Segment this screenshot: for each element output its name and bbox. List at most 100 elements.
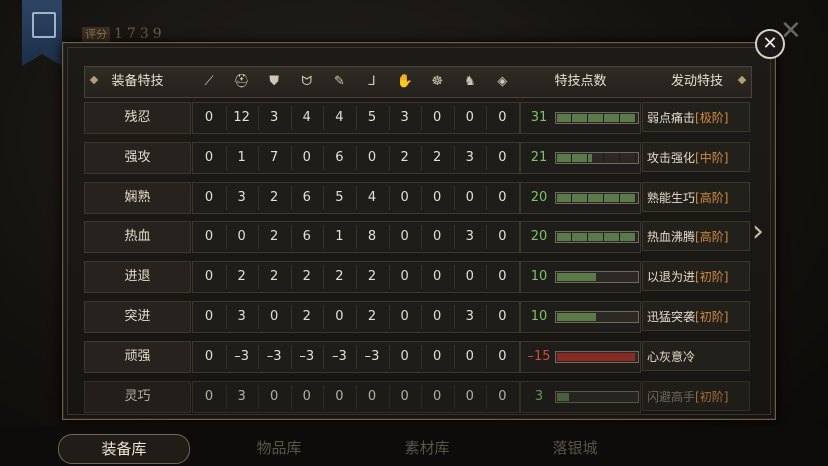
- skill-tier: [中阶]: [695, 150, 729, 165]
- slot-value: 2: [237, 269, 246, 285]
- column-divider: [258, 384, 260, 409]
- guild-emblem-icon: [32, 12, 56, 38]
- column-divider: [421, 384, 423, 409]
- slot-value: 6: [302, 189, 311, 205]
- slot-values: 0 2 2 2 2 2 0 0 0 0: [192, 261, 520, 294]
- column-divider: [258, 265, 260, 290]
- tab-4[interactable]: 落银城: [510, 434, 640, 462]
- slot-value: 0: [433, 269, 442, 285]
- trigger-skill: 以退为进[初阶]: [642, 261, 750, 292]
- column-divider: [323, 265, 325, 290]
- slot-value: 0: [400, 348, 409, 364]
- slot-value: 0: [204, 149, 214, 165]
- slot-value: –3: [266, 348, 282, 364]
- slot-value: 1: [237, 149, 246, 165]
- slot-value: 4: [302, 110, 311, 125]
- slot-values: 0 3 2 6 5 4 0 0 0 0: [192, 181, 520, 214]
- slot-value: 0: [237, 229, 246, 245]
- column-divider: [453, 344, 455, 369]
- points-cell: –15: [520, 340, 641, 373]
- points-progress-bar: [555, 231, 639, 244]
- score-display: 评分 1739: [82, 26, 166, 42]
- column-divider: [225, 265, 227, 290]
- column-divider: [225, 145, 227, 170]
- slot-value: 0: [498, 110, 507, 125]
- skill-name: 强攻: [84, 141, 191, 174]
- points-value: 31: [530, 110, 548, 125]
- slot-value: 3: [237, 388, 246, 404]
- slot-value: 2: [270, 189, 279, 205]
- column-divider: [258, 145, 260, 170]
- points-progress-bar: [555, 191, 639, 204]
- slot-value: 0: [433, 110, 442, 125]
- slot-value: 0: [204, 348, 214, 364]
- points-progress-bar: [555, 350, 639, 363]
- column-divider: [323, 106, 325, 130]
- column-divider: [258, 344, 260, 369]
- points-cell: 3: [520, 380, 641, 413]
- table-header: 装备特技 ⟋ ⛑ ⛊ ᗢ ✎ ⅃ ✋ ☸ ♞ ◈ 特技点数 发动特技: [84, 66, 752, 98]
- column-divider: [258, 305, 260, 329]
- tab-3[interactable]: 素材库: [362, 434, 492, 462]
- column-divider: [453, 185, 455, 210]
- slot-value: 3: [270, 110, 279, 125]
- slot-value: 0: [400, 388, 409, 404]
- column-divider: [290, 106, 292, 130]
- bottom-tab-bar: 装备库 物品库 素材库 落银城: [0, 426, 828, 466]
- beast-icon: ☸: [431, 74, 444, 89]
- slot-value: 2: [270, 229, 279, 245]
- slot-value: –3: [299, 348, 315, 364]
- column-divider: [356, 384, 357, 409]
- slot-value: 0: [400, 189, 409, 205]
- table-row[interactable]: 突进 0 3 0 2 0 2 0 0 3 0 10 迅猛突袭[初阶]: [84, 301, 750, 333]
- table-row[interactable]: 顽强 0 –3 –3 –3 –3 –3 0 0 0 0 –15 心灰意冷: [84, 340, 750, 373]
- progress-segments: [556, 192, 638, 203]
- slot-value: 3: [400, 110, 409, 125]
- close-button[interactable]: ✕: [755, 29, 785, 59]
- armor-icon: ⛊: [269, 74, 280, 89]
- points-cell: 20: [520, 221, 641, 254]
- trigger-skill-name: 迅猛突袭: [647, 310, 696, 324]
- column-divider: [225, 185, 227, 210]
- column-divider: [225, 344, 227, 369]
- trigger-skill: 热血沸腾[高阶]: [642, 221, 750, 252]
- column-divider: [356, 145, 357, 170]
- points-cell: 10: [520, 261, 641, 294]
- slot-value: 0: [335, 388, 344, 404]
- points-progress-bar: [555, 112, 639, 124]
- slot-value: 0: [498, 269, 507, 285]
- slot-value: 12: [233, 110, 250, 125]
- table-row[interactable]: 娴熟 0 3 2 6 5 4 0 0 0 0 20 熟能生巧[高阶]: [84, 181, 750, 214]
- tab-1[interactable]: 装备库: [58, 434, 190, 464]
- column-divider: [356, 106, 357, 130]
- table-row[interactable]: 进退 0 2 2 2 2 2 0 0 0 0 10 以退为进[初阶]: [84, 261, 750, 294]
- glove-icon: ✋: [396, 74, 413, 89]
- points-value: 10: [530, 269, 548, 285]
- progress-fill: [557, 392, 569, 401]
- column-divider: [421, 185, 423, 210]
- table-row[interactable]: 热血 0 0 2 6 1 8 0 0 3 0 20 热血沸腾[高阶]: [84, 221, 750, 254]
- slot-value: 6: [335, 149, 344, 165]
- tab-2[interactable]: 物品库: [214, 434, 344, 462]
- column-divider: [356, 344, 357, 369]
- column-divider: [421, 145, 423, 170]
- slot-value: 0: [498, 388, 507, 404]
- trigger-skill: 攻击强化[中阶]: [642, 141, 750, 172]
- horse-icon: ♞: [463, 74, 476, 89]
- column-divider: [453, 305, 455, 329]
- table-row[interactable]: 残忍 0 12 3 4 4 5 3 0 0 0 31 弱点痛击[极阶]: [84, 102, 750, 134]
- slot-value: 0: [400, 309, 409, 324]
- column-divider: [225, 384, 227, 409]
- table-row[interactable]: 灵巧 0 3 0 0 0 0 0 0 0 0 3 闪避高手[初阶]: [84, 380, 750, 413]
- points-cell: 10: [520, 301, 641, 333]
- trigger-skill: 心灰意冷: [642, 340, 750, 371]
- slot-value: 2: [302, 269, 311, 285]
- table-row[interactable]: 强攻 0 1 7 0 6 0 2 2 3 0 21 攻击强化[中阶]: [84, 141, 750, 174]
- column-divider: [486, 305, 488, 329]
- slot-value: 0: [270, 388, 279, 404]
- column-divider: [388, 265, 390, 290]
- slot-value: 3: [237, 309, 246, 324]
- column-divider: [453, 265, 455, 290]
- next-page-arrow-icon[interactable]: ›: [752, 214, 764, 249]
- column-divider: [356, 185, 357, 210]
